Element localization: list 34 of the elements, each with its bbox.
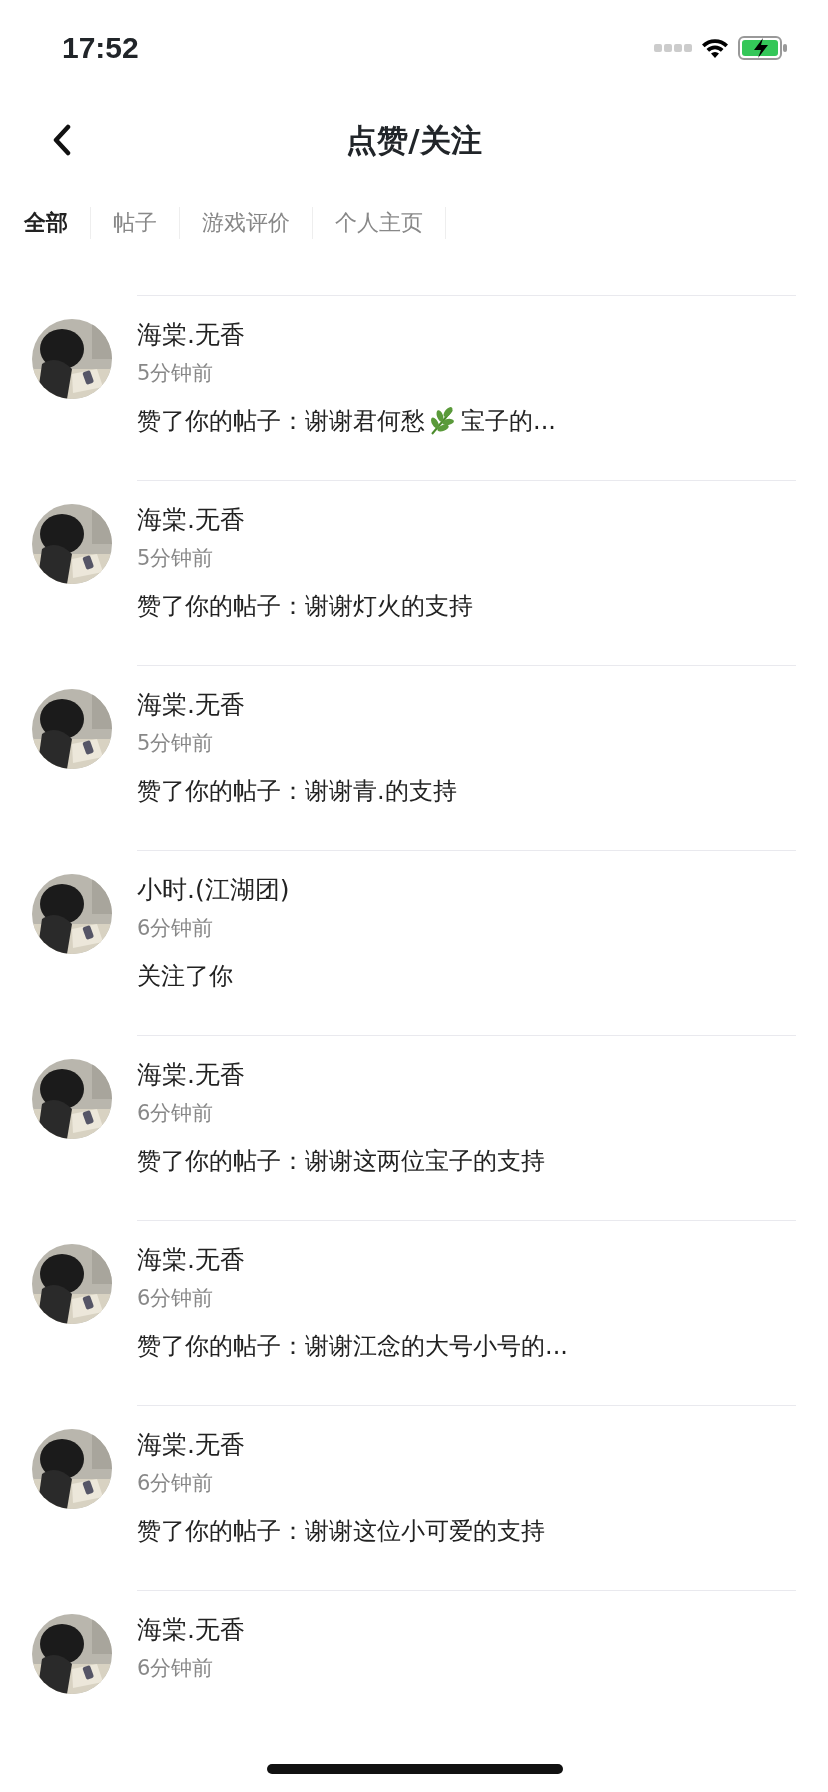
filter-tab[interactable]: 帖子 [91,207,180,239]
user-name[interactable]: 海棠.无香 [137,503,796,537]
user-name[interactable]: 小时.(江湖团) [137,873,796,907]
message-text: 赞了你的帖子：谢谢江念的大号小号的... [137,1331,568,1362]
page-title: 点赞/关注 [346,120,482,160]
user-name[interactable]: 海棠.无香 [137,1058,796,1092]
time-text: 5分钟前 [137,360,215,387]
user-name[interactable]: 海棠.无香 [137,1243,796,1277]
time-text: 6分钟前 [137,1470,215,1497]
filter-tab[interactable]: 游戏评价 [180,207,313,239]
back-icon[interactable] [52,124,72,156]
message-text: 宝子的... [461,406,556,437]
user-name[interactable]: 海棠.无香 [137,1428,796,1462]
message-text: 赞了你的帖子：谢谢青.的支持 [137,776,457,807]
battery-icon [738,35,788,60]
user-name[interactable]: 海棠.无香 [137,1613,796,1647]
message-text: 赞了你的帖子：谢谢君何愁 [137,406,425,437]
clock-time: 17:52 [62,30,139,65]
user-name[interactable]: 海棠.无香 [137,318,796,352]
time-text: 5分钟前 [137,545,215,572]
time-text: 5分钟前 [137,730,215,757]
filter-tab[interactable]: 个人主页 [313,207,446,239]
filter-tab[interactable]: 全部 [24,207,91,239]
message-text: 关注了你 [137,961,233,992]
user-name[interactable]: 海棠.无香 [137,688,796,722]
wifi-icon [700,36,730,59]
signal-icon [654,42,692,53]
time-text: 6分钟前 [137,1285,215,1312]
time-text: 6分钟前 [137,1655,215,1682]
time-text: 6分钟前 [137,1100,215,1127]
message-text: 赞了你的帖子：谢谢灯火的支持 [137,591,473,622]
time-text: 6分钟前 [137,915,215,942]
message-text: 赞了你的帖子：谢谢这位小可爱的支持 [137,1516,545,1547]
message-text: 赞了你的帖子：谢谢这两位宝子的支持 [137,1146,545,1177]
